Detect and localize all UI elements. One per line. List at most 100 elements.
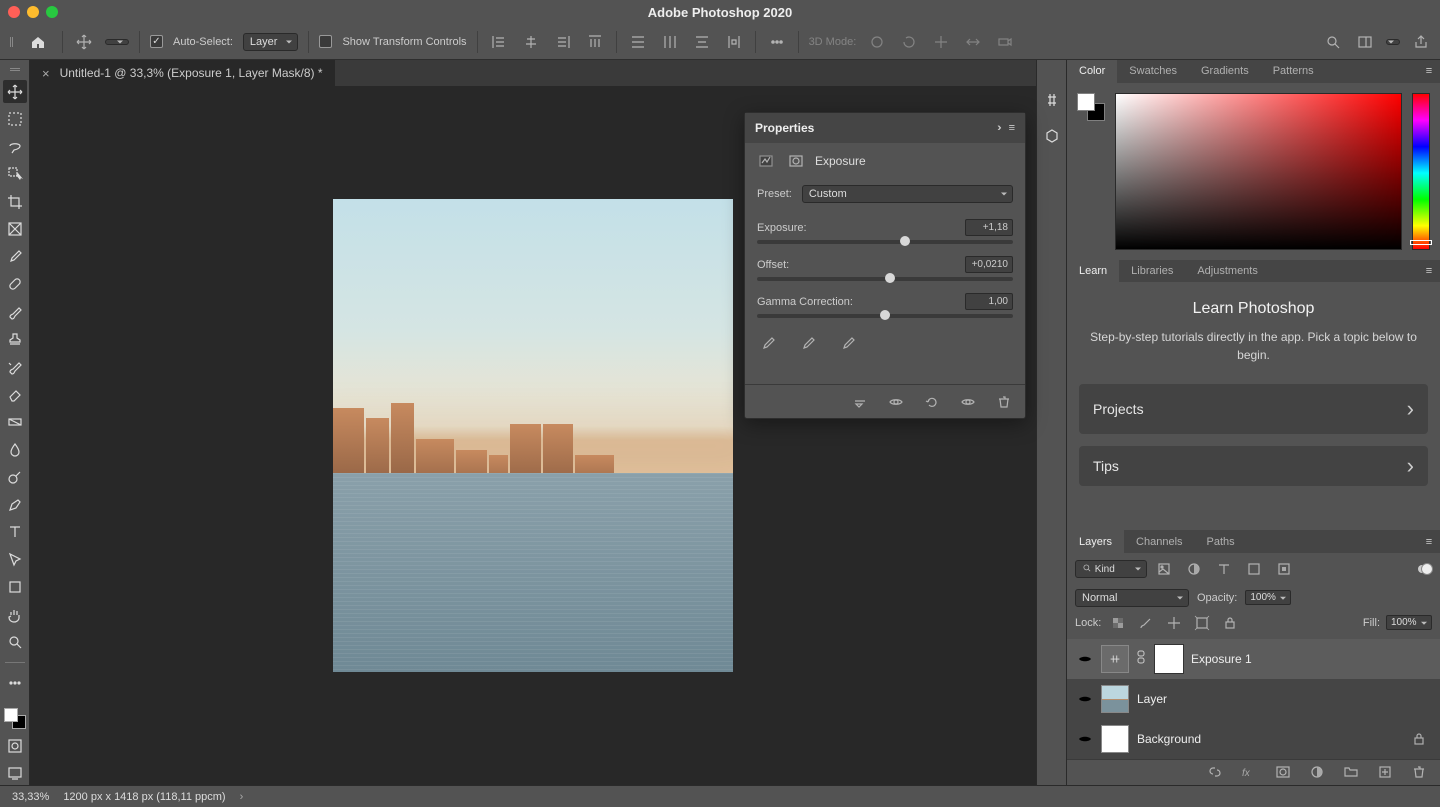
- panel-menu-icon[interactable]: ≡: [1009, 122, 1015, 134]
- tab-patterns[interactable]: Patterns: [1261, 60, 1326, 83]
- eyedropper-white-icon[interactable]: [837, 334, 859, 354]
- lock-transparent-icon[interactable]: [1107, 613, 1129, 633]
- layer-row-exposure[interactable]: Exposure 1: [1067, 639, 1440, 679]
- visibility-icon[interactable]: [1077, 731, 1093, 747]
- layer-filter-kind[interactable]: Kind: [1075, 560, 1147, 578]
- marquee-tool[interactable]: [3, 107, 27, 131]
- shelf-icon-2[interactable]: [1040, 124, 1064, 148]
- offset-value[interactable]: +0,0210: [965, 256, 1013, 273]
- layer-row-background[interactable]: Background: [1067, 719, 1440, 759]
- preview-icon[interactable]: [957, 392, 979, 412]
- align-right-icon[interactable]: [552, 32, 574, 52]
- eraser-tool[interactable]: [3, 383, 27, 407]
- lock-position-icon[interactable]: [1163, 613, 1185, 633]
- search-icon[interactable]: [1322, 32, 1344, 52]
- eyedropper-tool[interactable]: [3, 245, 27, 269]
- workspace-icon[interactable]: [1354, 32, 1376, 52]
- edit-toolbar[interactable]: [3, 671, 27, 695]
- zoom-tool[interactable]: [3, 631, 27, 655]
- filter-pixel-icon[interactable]: [1153, 559, 1175, 579]
- align-left-icon[interactable]: [488, 32, 510, 52]
- layer-name[interactable]: Background: [1137, 732, 1201, 746]
- document-tab[interactable]: × Untitled-1 @ 33,3% (Exposure 1, Layer …: [30, 60, 335, 86]
- clip-to-layer-icon[interactable]: [849, 392, 871, 412]
- frame-tool[interactable]: [3, 218, 27, 242]
- learn-panel-menu[interactable]: ≡: [1418, 260, 1440, 283]
- tab-channels[interactable]: Channels: [1124, 530, 1194, 553]
- fill-value[interactable]: 100%: [1386, 615, 1432, 630]
- tab-color[interactable]: Color: [1067, 60, 1117, 83]
- palette-grip[interactable]: [10, 68, 20, 74]
- properties-header[interactable]: Properties ›› ≡: [745, 113, 1025, 143]
- lock-artboard-icon[interactable]: [1191, 613, 1213, 633]
- share-icon[interactable]: [1410, 32, 1432, 52]
- fg-bg-colors[interactable]: [3, 707, 27, 731]
- hand-tool[interactable]: [3, 603, 27, 627]
- pen-tool[interactable]: [3, 493, 27, 517]
- toggle-visibility-icon[interactable]: [885, 392, 907, 412]
- quickmask-tool[interactable]: [3, 734, 27, 758]
- shelf-icon-1[interactable]: [1040, 88, 1064, 112]
- stamp-tool[interactable]: [3, 328, 27, 352]
- gamma-value[interactable]: 1,00: [965, 293, 1013, 310]
- gamma-slider[interactable]: [757, 314, 1013, 318]
- crop-tool[interactable]: [3, 190, 27, 214]
- lasso-tool[interactable]: [3, 135, 27, 159]
- tab-layers[interactable]: Layers: [1067, 530, 1124, 553]
- tab-learn[interactable]: Learn: [1067, 260, 1119, 283]
- color-fgbg[interactable]: [1077, 93, 1105, 121]
- auto-select-target[interactable]: Layer: [243, 33, 299, 51]
- opacity-value[interactable]: 100%: [1245, 590, 1291, 605]
- minimize-window[interactable]: [27, 6, 39, 18]
- dist-bottom-icon[interactable]: [691, 32, 713, 52]
- move-tool[interactable]: [3, 80, 27, 104]
- tab-gradients[interactable]: Gradients: [1189, 60, 1261, 83]
- reset-icon[interactable]: [921, 392, 943, 412]
- visibility-icon[interactable]: [1077, 651, 1093, 667]
- align-top-icon[interactable]: [584, 32, 606, 52]
- filter-adjust-icon[interactable]: [1183, 559, 1205, 579]
- layers-panel-menu[interactable]: ≡: [1418, 530, 1440, 553]
- lock-pixels-icon[interactable]: [1135, 613, 1157, 633]
- status-more-icon[interactable]: ›: [240, 791, 244, 803]
- exposure-slider[interactable]: [757, 240, 1013, 244]
- blend-mode-select[interactable]: Normal: [1075, 589, 1189, 607]
- lock-all-icon[interactable]: [1219, 613, 1241, 633]
- collapse-icon[interactable]: ››: [997, 122, 998, 134]
- gradient-tool[interactable]: [3, 410, 27, 434]
- more-options-icon[interactable]: [766, 32, 788, 52]
- close-window[interactable]: [8, 6, 20, 18]
- fx-icon[interactable]: fx: [1238, 762, 1260, 782]
- tab-adjustments[interactable]: Adjustments: [1185, 260, 1270, 283]
- learn-item-tips[interactable]: Tips: [1079, 446, 1428, 486]
- delete-layer-icon[interactable]: [1408, 762, 1430, 782]
- shape-tool[interactable]: [3, 575, 27, 599]
- filter-toggle[interactable]: [1418, 565, 1432, 573]
- auto-select-checkbox[interactable]: [150, 35, 163, 48]
- zoom-window[interactable]: [46, 6, 58, 18]
- zoom-readout[interactable]: 33,33%: [12, 791, 49, 803]
- filter-smart-icon[interactable]: [1273, 559, 1295, 579]
- path-select-tool[interactable]: [3, 548, 27, 572]
- new-layer-icon[interactable]: [1374, 762, 1396, 782]
- adjustment-icon[interactable]: [1306, 762, 1328, 782]
- show-transform-checkbox[interactable]: [319, 35, 332, 48]
- hue-slider[interactable]: [1412, 93, 1430, 250]
- layer-name[interactable]: Layer: [1137, 692, 1167, 706]
- color-field[interactable]: [1115, 93, 1402, 250]
- filter-type-icon[interactable]: [1213, 559, 1235, 579]
- workspace-select[interactable]: [1386, 39, 1400, 45]
- tool-mode-select[interactable]: [105, 39, 129, 45]
- blur-tool[interactable]: [3, 438, 27, 462]
- offset-slider[interactable]: [757, 277, 1013, 281]
- layer-row-layer[interactable]: Layer: [1067, 679, 1440, 719]
- object-select-tool[interactable]: [3, 162, 27, 186]
- screenmode-tool[interactable]: [3, 762, 27, 786]
- filter-shape-icon[interactable]: [1243, 559, 1265, 579]
- options-grip[interactable]: [8, 35, 14, 49]
- type-tool[interactable]: [3, 520, 27, 544]
- visibility-icon[interactable]: [1077, 691, 1093, 707]
- eyedropper-black-icon[interactable]: [757, 334, 779, 354]
- preset-select[interactable]: Custom: [802, 185, 1013, 203]
- trash-icon[interactable]: [993, 392, 1015, 412]
